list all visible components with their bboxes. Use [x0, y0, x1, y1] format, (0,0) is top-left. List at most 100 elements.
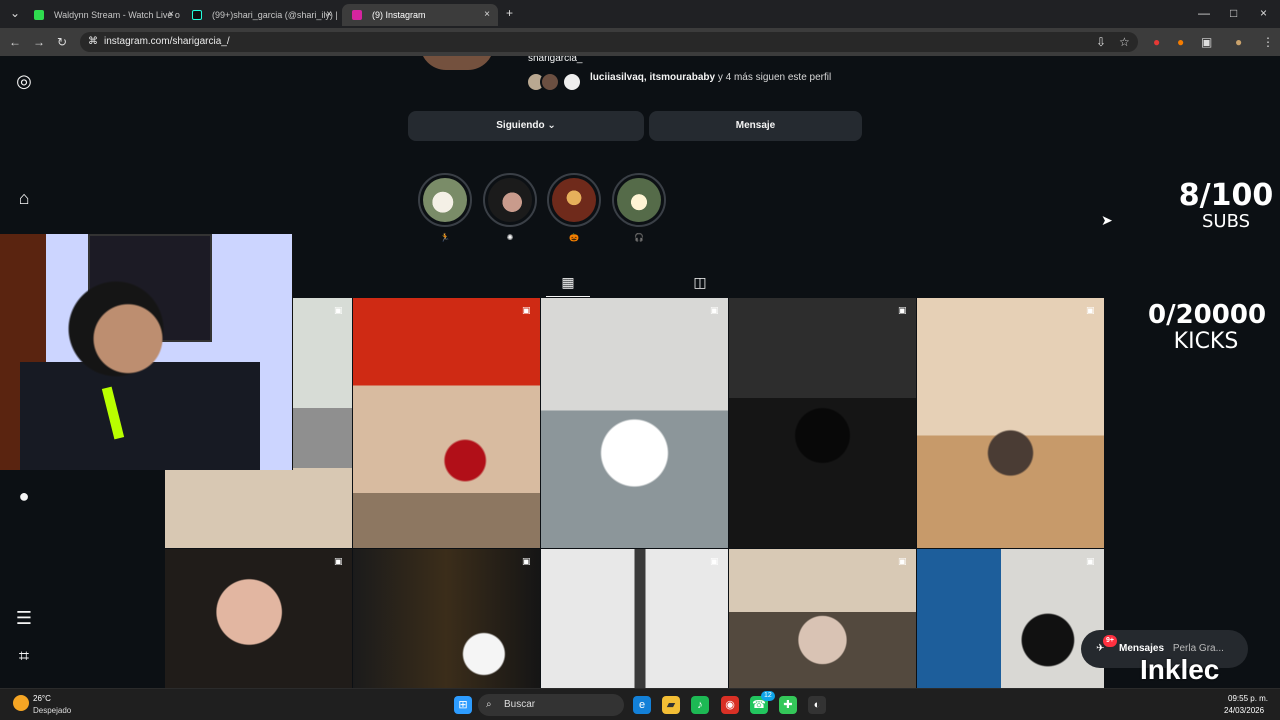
weather-icon[interactable]	[13, 695, 29, 711]
menu-kebab-icon[interactable]: ⋮	[1262, 35, 1274, 49]
file-explorer-icon[interactable]: ▰	[662, 696, 680, 714]
messages-label: Mensajes	[1119, 643, 1165, 654]
tab-instagram[interactable]: (9) Instagram ×	[342, 4, 498, 26]
post-tile[interactable]: ▣	[165, 549, 352, 688]
forward-button[interactable]: →	[33, 35, 45, 49]
subs-count: 8/100	[1178, 178, 1274, 213]
weather-temperature: 26°C	[33, 694, 51, 703]
post-tile[interactable]: ▣	[729, 549, 916, 688]
extension-orange-icon[interactable]: ●	[1177, 35, 1184, 49]
carousel-icon: ▣	[898, 556, 907, 566]
search-icon: ⌕	[486, 699, 492, 710]
highlight-label: 🏃	[440, 233, 450, 242]
story-highlight[interactable]	[418, 173, 472, 227]
following-button[interactable]: Siguiendo ⌄	[408, 111, 644, 141]
streamer-silhouette	[20, 274, 260, 470]
tagged-tab-icon[interactable]: ◫	[690, 274, 710, 292]
carousel-icon: ▣	[898, 305, 907, 315]
back-button[interactable]: ←	[9, 35, 21, 49]
tiktok-favicon-icon	[192, 10, 202, 20]
active-tab-indicator	[546, 296, 590, 297]
follower-avatar	[540, 72, 560, 92]
bookmark-star-icon[interactable]: ☆	[1119, 35, 1130, 49]
tab-label: Waldynn Stream - Watch Live o	[54, 10, 180, 20]
tab-tiktok[interactable]: (99+)shari_garcia (@shari_ily) | ×	[182, 4, 340, 26]
messages-badge: 9+	[1103, 635, 1117, 647]
carousel-icon: ▣	[1086, 305, 1095, 315]
windows-start-icon[interactable]: ⊞	[454, 696, 472, 714]
kicks-label: KICKS	[1173, 329, 1239, 354]
extension-red-icon[interactable]: ●	[1153, 35, 1160, 49]
posts-grid-tab-icon[interactable]: ▦	[558, 274, 578, 292]
message-button[interactable]: Mensaje	[649, 111, 862, 141]
chrome-icon[interactable]: ◉	[721, 696, 739, 714]
story-highlight[interactable]	[612, 173, 666, 227]
kicks-goal-overlay: 0/20000 KICKS	[1148, 301, 1266, 355]
mutual-followers-text[interactable]: luciiasilvaq, itsmourababy y 4 más sigue…	[590, 72, 831, 83]
reload-button[interactable]: ↻	[57, 35, 67, 49]
close-tab-icon[interactable]: ×	[484, 4, 490, 26]
weather-description: Despejado	[33, 706, 72, 715]
profile-avatar-icon[interactable]: ●	[13, 485, 35, 507]
carousel-icon: ▣	[522, 305, 531, 315]
carousel-icon: ▣	[334, 556, 343, 566]
edge-icon[interactable]: e	[633, 696, 651, 714]
mutual-followers-suffix: y 4 más siguen este perfil	[715, 72, 832, 83]
spotify-icon[interactable]: ♪	[691, 696, 709, 714]
subs-goal-overlay: 8/100 SUBS	[1176, 181, 1276, 233]
streamer-webcam-overlay	[0, 234, 293, 470]
story-highlight[interactable]	[547, 173, 601, 227]
windows-taskbar: 26°C Despejado ⊞ ⌕ Buscar e ▰ ♪ ◉ ☎ 12 ✚…	[0, 688, 1280, 720]
carousel-icon: ▣	[710, 556, 719, 566]
instagram-logo-icon[interactable]: ◎	[13, 70, 35, 92]
post-tile[interactable]: ▣	[729, 298, 916, 548]
post-tile[interactable]: ▣	[541, 298, 728, 548]
greenshot-icon[interactable]: ✚	[779, 696, 797, 714]
mutual-followers-names: luciiasilvaq, itsmourababy	[590, 72, 716, 83]
taskbar-search[interactable]: ⌕ Buscar	[478, 694, 624, 716]
post-tile[interactable]: ▣	[541, 549, 728, 688]
story-highlight[interactable]	[483, 173, 537, 227]
address-bar[interactable]: ⌘ instagram.com/sharigarcia_/	[80, 32, 1138, 52]
system-time: 09:55 p. m.	[1228, 694, 1269, 703]
mutual-followers-avatars	[526, 72, 586, 94]
tab-label: (99+)shari_garcia (@shari_ily) |	[212, 10, 338, 20]
instagram-profile-page: ◎ ⌂ ● ☰ ⌗ sharigarcia_ luciiasilvaq, its…	[0, 56, 1280, 688]
minimize-button[interactable]: —	[1198, 6, 1210, 20]
carousel-icon: ▣	[522, 556, 531, 566]
story-highlights: 🏃 ✺ 🎃 🎧	[416, 173, 676, 248]
post-tile[interactable]: ▣	[353, 549, 540, 688]
install-app-icon[interactable]: ⇩	[1096, 35, 1106, 49]
carousel-icon: ▣	[1086, 556, 1095, 566]
tab-waldynn-stream[interactable]: Waldynn Stream - Watch Live o ×	[24, 4, 182, 26]
instagram-favicon-icon	[352, 10, 362, 20]
post-tile[interactable]: ▣	[917, 298, 1104, 548]
also-from-meta-icon[interactable]: ⌗	[13, 645, 35, 667]
profile-avatar-icon[interactable]: ●	[1235, 35, 1242, 49]
search-label: Buscar	[504, 699, 536, 710]
post-tile[interactable]: ▣	[353, 298, 540, 548]
profile-tabs: ▦ ◫	[548, 270, 718, 298]
posts-grid: ▣ ▣ ▣ ▣ ▣ ▣ ▣ ▣ ▣ ▣	[165, 298, 1104, 688]
browser-toolbar: ← → ↻ ⌘ instagram.com/sharigarcia_/ ⇩ ☆ …	[0, 28, 1280, 56]
home-icon[interactable]: ⌂	[13, 187, 35, 209]
mouse-cursor-icon: ➤	[1101, 212, 1113, 228]
extensions-puzzle-icon[interactable]: ▣	[1201, 35, 1212, 49]
close-tab-icon[interactable]: ×	[168, 4, 174, 26]
new-tab-button[interactable]: +	[506, 6, 513, 20]
profile-picture	[420, 56, 494, 70]
kick-favicon-icon	[34, 10, 44, 20]
menu-icon[interactable]: ☰	[13, 607, 35, 629]
maximize-button[interactable]: □	[1230, 6, 1237, 20]
obs-icon[interactable]: ◐	[808, 696, 826, 714]
inklec-watermark: Inklec	[1140, 654, 1220, 685]
post-tile[interactable]: ▣	[917, 549, 1104, 688]
threads-handle[interactable]: sharigarcia_	[528, 56, 582, 64]
tab-list-dropdown-icon[interactable]: ⌄	[10, 6, 20, 20]
site-info-icon[interactable]: ⌘	[88, 32, 98, 52]
highlight-label: ✺	[506, 233, 514, 242]
messages-icon: ✈	[1096, 643, 1105, 654]
close-window-button[interactable]: ×	[1260, 6, 1267, 20]
close-tab-icon[interactable]: ×	[326, 4, 332, 26]
subs-label: SUBS	[1201, 211, 1251, 232]
